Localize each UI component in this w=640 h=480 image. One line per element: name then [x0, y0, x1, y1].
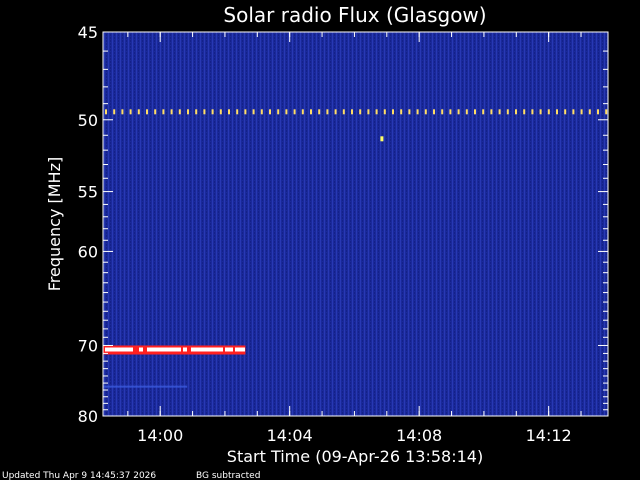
band-segment — [191, 347, 223, 352]
interference-dot — [433, 109, 435, 115]
interference-dot — [137, 109, 140, 115]
interference-dot — [244, 109, 247, 115]
interference-dot — [269, 109, 271, 115]
interference-dot — [482, 109, 485, 115]
y-tick-label: 45 — [78, 23, 98, 42]
interference-dot — [408, 109, 411, 115]
interference-dot — [129, 109, 132, 115]
interference-dot — [260, 109, 263, 115]
interference-dot — [424, 109, 427, 115]
band-segment — [147, 347, 181, 352]
interference-dot — [326, 109, 329, 115]
interference-dot — [547, 109, 550, 115]
interference-dot — [506, 109, 509, 115]
y-tick-label: 55 — [78, 183, 98, 202]
bg-subtracted-note: BG subtracted — [196, 471, 260, 480]
interference-dot — [187, 109, 189, 115]
x-tick-label: 14:04 — [267, 426, 313, 445]
x-tick-label: 14:00 — [137, 426, 183, 445]
interference-dot — [301, 109, 304, 115]
interference-dot — [351, 109, 353, 115]
chart-svg: Solar radio Flux (Glasgow) 45 50 55 60 70 80 1… — [2, 3, 609, 480]
band-segment — [183, 347, 187, 352]
interference-dot — [121, 109, 124, 115]
interference-dot — [580, 109, 583, 115]
band-segment — [139, 347, 143, 352]
chart-stage: Solar radio Flux (Glasgow) 45 50 55 60 70 80 1… — [0, 0, 640, 480]
interference-dot — [490, 109, 493, 115]
interference-dot — [383, 109, 386, 115]
interference-dot — [170, 109, 173, 115]
interference-dot — [162, 109, 165, 115]
interference-dot — [375, 109, 378, 115]
y-tick-label: 80 — [78, 407, 98, 426]
interference-dot — [539, 109, 542, 115]
interference-dot — [457, 109, 460, 115]
interference-dot — [293, 109, 296, 115]
y-tick-label: 70 — [78, 336, 98, 355]
interference-dot — [146, 109, 148, 115]
interference-dot — [367, 109, 370, 115]
chart-title: Solar radio Flux (Glasgow) — [223, 3, 486, 27]
faint-band — [103, 385, 188, 388]
interference-dot — [564, 109, 567, 115]
interference-dot — [523, 109, 526, 115]
interference-dot — [318, 109, 321, 115]
interference-dot — [416, 109, 419, 115]
band-segment — [105, 347, 133, 352]
y-tick-label: 60 — [78, 242, 98, 261]
interference-dot — [310, 109, 312, 115]
interference-dot — [474, 109, 476, 115]
interference-dot — [392, 109, 394, 115]
interference-dot — [597, 109, 599, 115]
interference-dot — [605, 109, 608, 115]
interference-dot — [113, 109, 116, 115]
interference-dot — [178, 109, 181, 115]
interference-dot — [105, 109, 107, 115]
interference-dot — [449, 109, 452, 115]
x-tick-label: 14:08 — [396, 426, 442, 445]
y-axis-label: Frequency [MHz] — [45, 157, 64, 291]
interference-dot — [203, 109, 206, 115]
interference-dot — [219, 109, 222, 115]
interference-dot — [236, 109, 239, 115]
interference-dot — [572, 109, 575, 115]
interference-dot — [154, 109, 157, 115]
interference-dot — [515, 109, 517, 115]
interference-dot — [588, 109, 591, 115]
interference-dot — [531, 109, 534, 115]
interference-dot — [285, 109, 288, 115]
interference-dot — [277, 109, 280, 115]
interference-dot — [359, 109, 362, 115]
y-tick-label: 50 — [78, 111, 98, 130]
band-segment — [225, 347, 233, 352]
band-segment — [235, 347, 245, 352]
interference-dot — [465, 109, 468, 115]
interference-dot — [342, 109, 345, 115]
x-axis-label: Start Time (09-Apr-26 13:58:14) — [227, 447, 483, 466]
updated-timestamp: Updated Thu Apr 9 14:45:37 2026 — [2, 471, 156, 480]
interference-dot — [228, 109, 230, 115]
interference-dot — [252, 109, 255, 115]
interference-dot — [400, 109, 403, 115]
plot-area — [103, 32, 608, 416]
interference-dot — [195, 109, 198, 115]
interference-dot — [441, 109, 444, 115]
interference-dot — [498, 109, 501, 115]
interference-dot — [556, 109, 558, 115]
bright-point — [380, 136, 384, 142]
interference-dot — [334, 109, 337, 115]
interference-dot — [211, 109, 214, 115]
x-tick-label: 14:12 — [526, 426, 572, 445]
